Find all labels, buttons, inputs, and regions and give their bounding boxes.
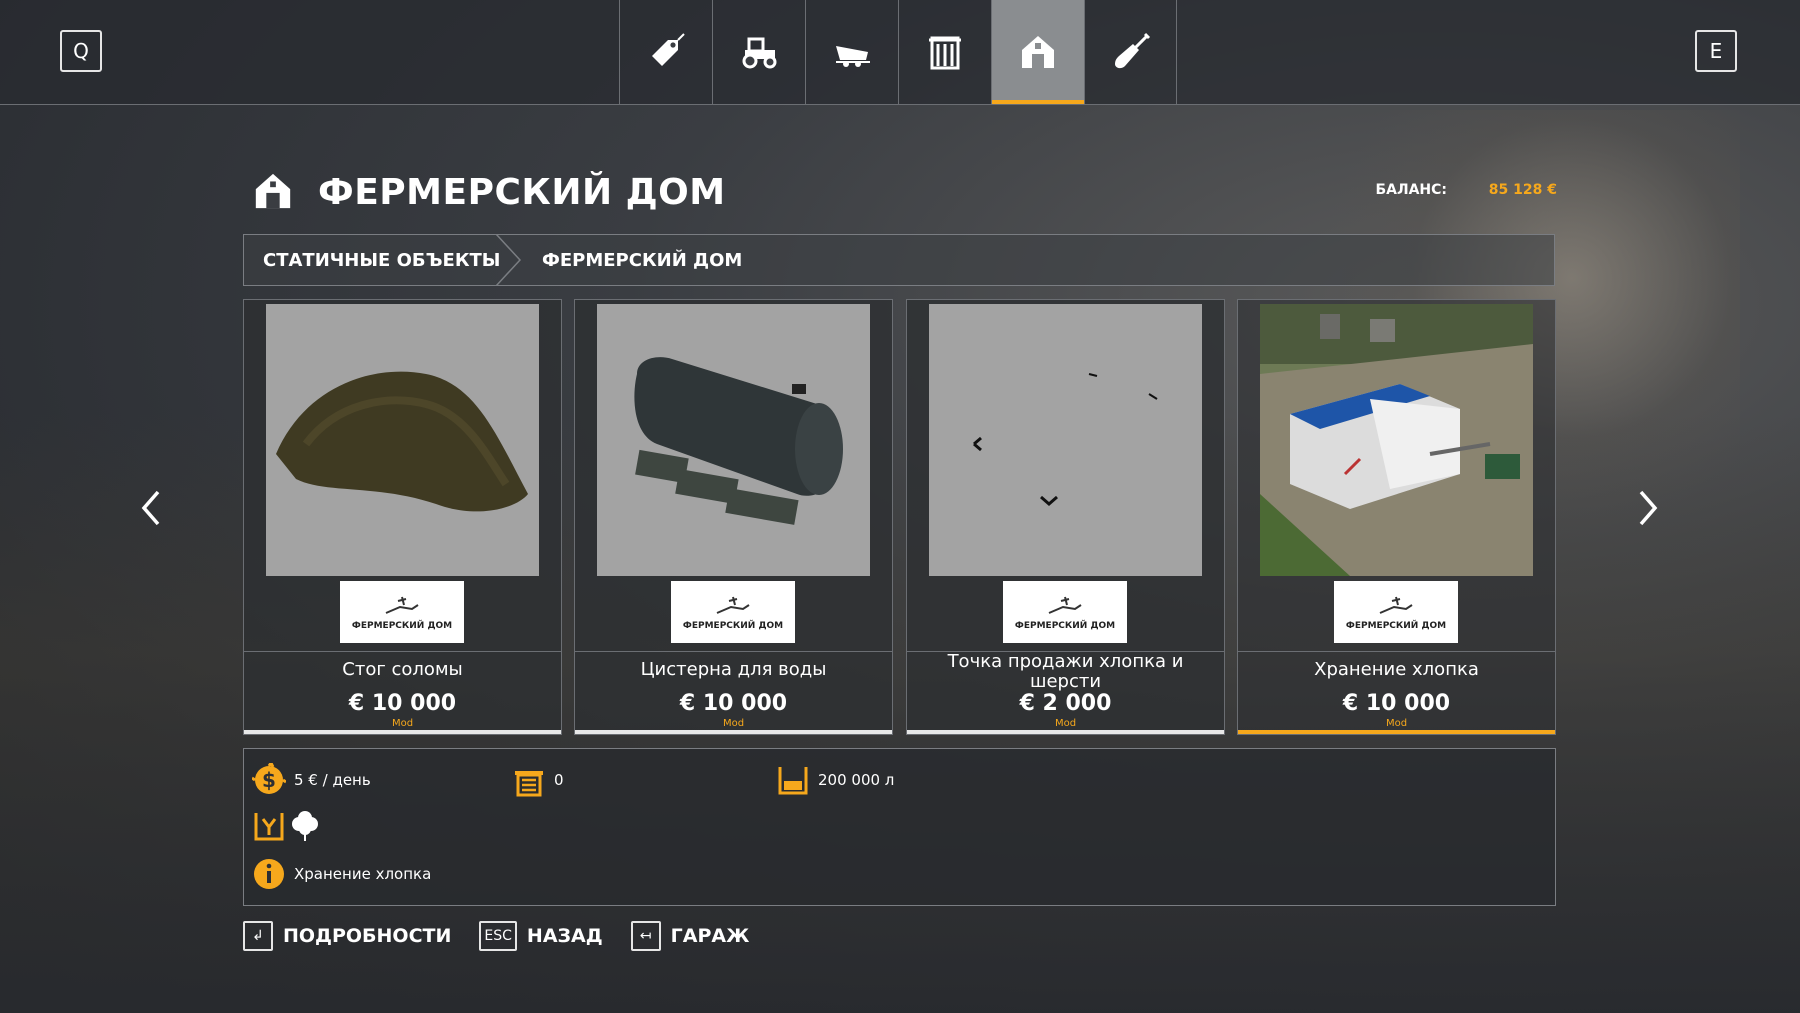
brand-logo: ФЕРМЕРСКИЙ ДОМ [671, 581, 795, 643]
category-tabs [619, 0, 1177, 104]
chevron-right-icon [495, 234, 522, 286]
breadcrumb: СТАТИЧНЫЕ ОБЪЕКТЫ ФЕРМЕРСКИЙ ДОМ [243, 234, 1555, 286]
chevron-left-icon[interactable] [136, 488, 166, 528]
slots-info: 0 [512, 763, 564, 797]
item-card-selling-point[interactable]: ФЕРМЕРСКИЙ ДОМ Точка продажи хлопка и ше… [906, 299, 1225, 735]
balance-label: БАЛАНС: [1375, 182, 1447, 198]
shovel-icon [1114, 32, 1150, 69]
capacity-info: 200 000 л [776, 763, 894, 797]
back-button[interactable]: ESC НАЗАД [479, 921, 603, 951]
hand-seed-icon [1048, 596, 1082, 614]
hand-seed-icon [1379, 596, 1413, 614]
breadcrumb-farmhouse: ФЕРМЕРСКИЙ ДОМ [542, 250, 743, 271]
top-navigation-bar: Q E [0, 0, 1800, 105]
garage-button[interactable]: ↤ ГАРАЖ [630, 921, 749, 951]
hand-seed-icon [385, 596, 419, 614]
item-card-straw-pile[interactable]: ФЕРМЕРСКИЙ ДОМ Стог соломы € 10 000 Mod [243, 299, 562, 735]
details-button[interactable]: ↲ ПОДРОБНОСТИ [243, 921, 451, 951]
next-category-key[interactable]: E [1695, 30, 1737, 72]
breadcrumb-static-objects[interactable]: СТАТИЧНЫЕ ОБЪЕКТЫ [263, 250, 500, 271]
mod-tag: Mod [1054, 718, 1077, 729]
silo-icon [929, 36, 961, 70]
item-image-selling-point [929, 304, 1202, 576]
hand-seed-icon [716, 596, 750, 614]
price-tag-icon [652, 33, 685, 66]
item-price: € 10 000 [348, 691, 457, 716]
page-header: ФЕРМЕРСКИЙ ДОМ БАЛАНС: 85 128 € [252, 168, 1557, 220]
money-gear-icon: $ [252, 763, 286, 794]
item-price: € 2 000 [1019, 691, 1112, 716]
info-icon [254, 859, 284, 889]
brand-logo: ФЕРМЕРСКИЙ ДОМ [1334, 581, 1458, 643]
tab-storage[interactable] [898, 0, 991, 104]
trailer-icon [836, 46, 870, 67]
backspace-key-icon: ↤ [630, 921, 661, 951]
upkeep-info: $ 5 € / день [252, 763, 371, 797]
item-price: € 10 000 [679, 691, 788, 716]
item-details-panel: $ 5 € / день 0 200 000 л Хранение хлопка [243, 748, 1556, 906]
item-carousel: ФЕРМЕРСКИЙ ДОМ Стог соломы € 10 000 Mod … [243, 299, 1556, 735]
farmhouse-icon [255, 173, 291, 209]
chevron-right-icon[interactable] [1633, 488, 1663, 528]
mod-tag: Mod [722, 718, 745, 729]
item-name: Цистерна для воды [640, 659, 827, 680]
tab-sell[interactable] [619, 0, 712, 104]
cotton-icon [292, 811, 318, 841]
tractor-icon [742, 37, 777, 69]
mod-tag: Mod [391, 718, 414, 729]
svg-text:$: $ [262, 768, 276, 792]
item-image-cotton-storage [1260, 304, 1533, 576]
esc-key-icon: ESC [479, 921, 517, 951]
fill-container-icon [254, 813, 284, 841]
page-title: ФЕРМЕРСКИЙ ДОМ [318, 172, 726, 213]
item-image-water-tank [597, 304, 870, 576]
tab-vehicles[interactable] [712, 0, 805, 104]
storage-building-icon [515, 771, 543, 797]
item-name: Хранение хлопка [1314, 659, 1479, 680]
capacity-container-icon [778, 767, 808, 795]
brand-logo: ФЕРМЕРСКИЙ ДОМ [340, 581, 464, 643]
footer-actions: ↲ ПОДРОБНОСТИ ESC НАЗАД ↤ ГАРАЖ [243, 918, 777, 954]
mod-tag: Mod [1385, 718, 1408, 729]
description-info: Хранение хлопка [252, 857, 431, 891]
brand-logo: ФЕРМЕРСКИЙ ДОМ [1003, 581, 1127, 643]
item-image-straw-pile [266, 304, 539, 576]
item-name: Стог соломы [342, 659, 463, 680]
tab-landscaping[interactable] [1084, 0, 1177, 104]
item-card-cotton-storage[interactable]: ФЕРМЕРСКИЙ ДОМ Хранение хлопка € 10 000 … [1237, 299, 1556, 735]
balance-value: 85 128 € [1488, 182, 1557, 198]
tab-trailers[interactable] [805, 0, 898, 104]
item-price: € 10 000 [1342, 691, 1451, 716]
item-card-water-tank[interactable]: ФЕРМЕРСКИЙ ДОМ Цистерна для воды € 10 00… [574, 299, 893, 735]
fill-types-info [252, 809, 330, 843]
enter-key-icon: ↲ [243, 921, 273, 951]
farmhouse-icon [1022, 36, 1054, 68]
item-name: Точка продажи хлопка и шерсти [947, 651, 1184, 692]
prev-category-key[interactable]: Q [60, 30, 102, 72]
tab-farmhouse[interactable] [991, 0, 1084, 104]
